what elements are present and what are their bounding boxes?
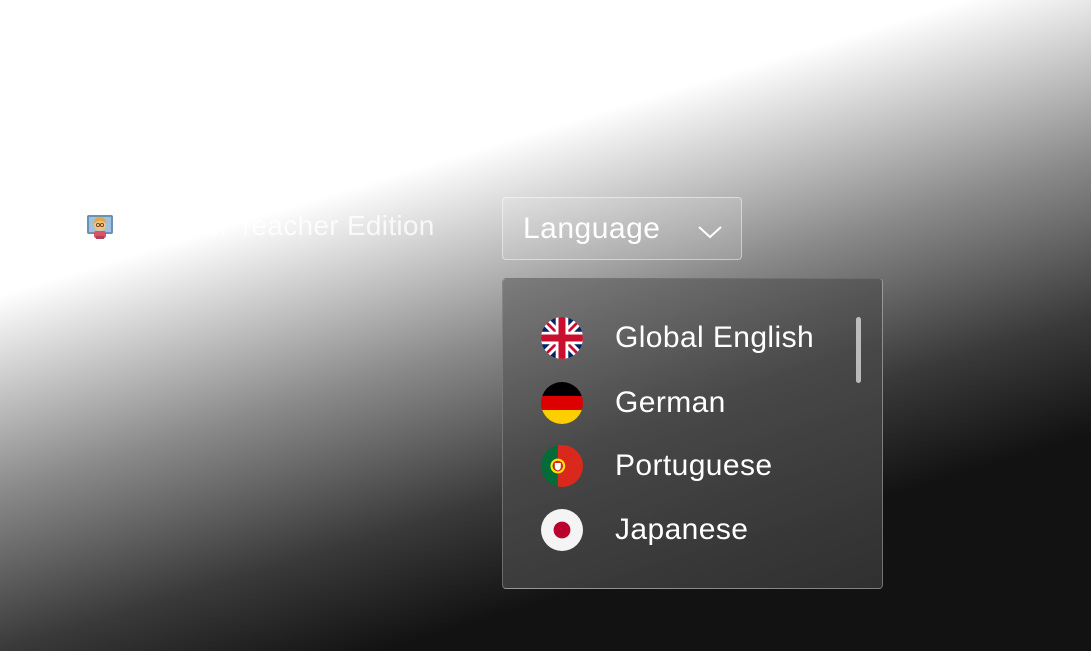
language-dropdown: Global English German Portuguese Japanes…	[502, 278, 883, 589]
language-option-global-english[interactable]: Global English	[541, 317, 814, 359]
language-option-portuguese[interactable]: Portuguese	[541, 445, 772, 487]
teacher-text: Summer Teacher Edition	[122, 210, 435, 241]
uk-flag-icon	[541, 317, 583, 359]
language-option-german[interactable]: German	[541, 382, 726, 424]
language-option-label: German	[615, 386, 726, 419]
language-option-label: Global English	[615, 321, 815, 354]
chevron-down-icon	[698, 225, 722, 238]
teacher-emoji-icon	[87, 215, 113, 239]
language-option-label: Japanese	[615, 513, 749, 546]
teacher-label: Summer Teacher Edition	[86, 210, 435, 242]
language-select[interactable]: Language	[502, 197, 742, 260]
japan-flag-icon	[541, 509, 583, 551]
portugal-flag-icon	[541, 445, 583, 487]
germany-flag-icon	[541, 382, 583, 424]
language-option-label: Portuguese	[615, 449, 773, 482]
dropdown-scrollbar[interactable]	[856, 317, 861, 383]
language-option-japanese[interactable]: Japanese	[541, 509, 748, 551]
language-select-label: Language	[523, 211, 661, 245]
